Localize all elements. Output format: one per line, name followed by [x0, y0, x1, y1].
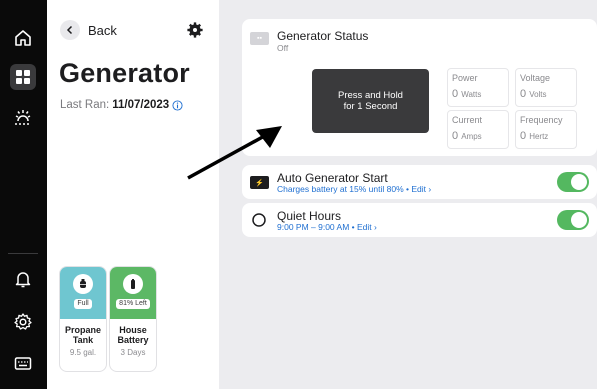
- propane-detail: 9.5 gal.: [69, 348, 97, 357]
- auto-start-subtitle-row: Charges battery at 15% until 80% • Edit …: [277, 184, 431, 194]
- page-title: Generator: [59, 58, 190, 88]
- auto-start-subtitle: Charges battery at 15% until 80%: [277, 184, 404, 194]
- battery-badge: 81% Left: [116, 299, 150, 309]
- generator-panel: Back Generator Last Ran: 11/07/2023 Full…: [47, 0, 219, 389]
- current-unit: Amps: [461, 132, 482, 141]
- current-label: Current: [452, 115, 483, 125]
- propane-icon: [73, 274, 93, 294]
- info-icon[interactable]: [172, 99, 183, 111]
- frequency-value: 0 Hertz: [520, 130, 576, 142]
- frequency-label: Frequency: [520, 115, 563, 125]
- generator-icon: ▪▪: [250, 32, 269, 45]
- quiet-hours-subtitle: 9:00 PM – 9:00 AM: [277, 222, 350, 232]
- bell-icon[interactable]: [10, 266, 36, 292]
- house-battery-card[interactable]: 81% Left House Battery 3 Days: [109, 266, 157, 372]
- tank-level-area: Full: [60, 267, 106, 319]
- press-line2: for 1 Second: [343, 101, 398, 112]
- content-area: ▪▪ Generator Status Off Press and Hold f…: [219, 0, 597, 389]
- rail-divider: [8, 253, 38, 254]
- last-ran: Last Ran: 11/07/2023: [60, 99, 183, 111]
- back-button[interactable]: Back: [60, 18, 117, 42]
- generator-status-card: ▪▪ Generator Status Off Press and Hold f…: [242, 19, 597, 156]
- propane-name-line2: Tank: [72, 335, 94, 345]
- power-stat: Power 0 Watts: [447, 68, 509, 107]
- auto-start-toggle[interactable]: [557, 172, 589, 192]
- back-label: Back: [88, 22, 117, 38]
- quiet-hours-title: Quiet Hours: [277, 209, 342, 223]
- power-unit: Watts: [461, 90, 482, 99]
- voltage-value: 0 Volts: [520, 88, 576, 100]
- battery-icon: [123, 274, 143, 294]
- home-icon[interactable]: [10, 25, 36, 51]
- chevron-left-icon: [60, 20, 80, 40]
- voltage-number: 0: [520, 88, 527, 100]
- voltage-stat: Voltage 0 Volts: [515, 68, 577, 107]
- chevron-right-icon: ›: [374, 222, 377, 232]
- propane-name-line1: Propane: [64, 325, 101, 335]
- toggle-knob: [571, 212, 587, 228]
- battery-name-line1: House: [119, 325, 147, 335]
- quiet-hours-card[interactable]: Quiet Hours 9:00 PM – 9:00 AM • Edit ›: [242, 203, 597, 237]
- chevron-right-icon: ›: [428, 184, 432, 194]
- power-label: Power: [452, 73, 478, 83]
- quiet-hours-edit-link[interactable]: Edit: [357, 222, 372, 232]
- battery-name: House Battery: [110, 325, 156, 345]
- current-stat: Current 0 Amps: [447, 110, 509, 149]
- power-number: 0: [452, 88, 459, 100]
- frequency-number: 0: [520, 130, 527, 142]
- last-ran-label: Last Ran:: [60, 99, 110, 111]
- gear-icon[interactable]: [185, 20, 205, 40]
- auto-start-title: Auto Generator Start: [277, 171, 388, 185]
- keyboard-icon[interactable]: [10, 350, 36, 376]
- voltage-label: Voltage: [520, 73, 551, 83]
- propane-name: Propane Tank: [60, 325, 106, 345]
- frequency-unit: Hertz: [529, 132, 549, 141]
- auto-start-edit-link[interactable]: Edit: [411, 184, 426, 194]
- moon-icon: [252, 213, 266, 232]
- press-line1: Press and Hold: [338, 90, 403, 101]
- battery-level-area: 81% Left: [110, 267, 156, 319]
- frequency-stat: Frequency 0 Hertz: [515, 110, 577, 149]
- current-value: 0 Amps: [452, 130, 508, 142]
- quiet-hours-toggle[interactable]: [557, 210, 589, 230]
- voltage-unit: Volts: [529, 90, 547, 99]
- power-value: 0 Watts: [452, 88, 508, 100]
- generator-status-state: Off: [277, 43, 289, 53]
- auto-start-card[interactable]: ⚡ Auto Generator Start Charges battery a…: [242, 165, 597, 199]
- start-generator-button[interactable]: Press and Hold for 1 Second: [312, 69, 429, 133]
- grid-icon[interactable]: [10, 64, 36, 90]
- sun-weather-icon[interactable]: [10, 104, 36, 130]
- annotation-arrow: [187, 126, 282, 180]
- propane-tank-card[interactable]: Full Propane Tank 9.5 gal.: [59, 266, 107, 372]
- quiet-hours-subtitle-row: 9:00 PM – 9:00 AM • Edit ›: [277, 222, 377, 232]
- last-ran-date: 11/07/2023: [112, 99, 170, 111]
- generator-status-title: Generator Status: [277, 29, 369, 43]
- nav-rail: [0, 0, 47, 389]
- settings-icon[interactable]: [10, 309, 36, 335]
- battery-name-line2: Battery: [117, 335, 149, 345]
- toggle-knob: [571, 174, 587, 190]
- battery-detail: 3 Days: [120, 348, 146, 357]
- propane-badge: Full: [74, 299, 92, 309]
- current-number: 0: [452, 130, 459, 142]
